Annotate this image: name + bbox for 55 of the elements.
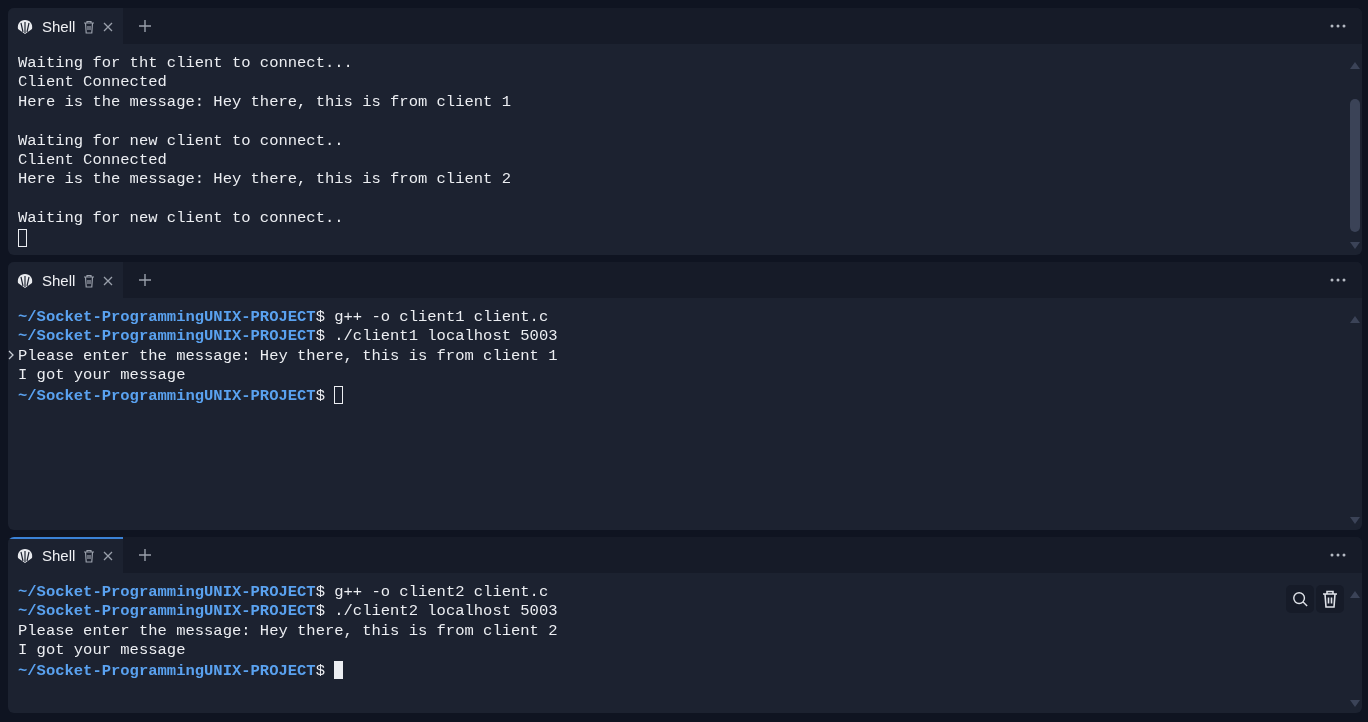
shell-tab[interactable]: Shell (8, 8, 124, 44)
shell-icon (16, 272, 34, 290)
terminal-line: I got your message (18, 641, 186, 660)
delete-button[interactable] (83, 549, 96, 563)
close-button[interactable] (103, 551, 114, 561)
terminal-line: I got your message (18, 366, 186, 385)
tab-label: Shell (42, 545, 76, 566)
terminal-line: Please enter the message: Hey there, this is from client 2 (18, 621, 558, 640)
shell-icon (16, 18, 34, 36)
prompt-symbol: $ (315, 386, 325, 405)
command-text: $ ./client1 localhost 5003 (315, 327, 558, 346)
prompt-path: ~/Socket-ProgrammingUNIX-PROJECT (18, 327, 316, 346)
command-text: $ g++ -o client2 client.c (315, 583, 549, 601)
trash-icon (1322, 590, 1338, 608)
terminal-line: Please enter the message: Hey there, this is from client 1 (18, 346, 558, 365)
terminal-line: Waiting for tht client to connect... (18, 54, 353, 72)
prompt-path: ~/Socket-ProgrammingUNIX-PROJECT (18, 308, 316, 326)
close-icon (103, 276, 114, 286)
close-button[interactable] (103, 22, 114, 32)
command-text: $ ./client2 localhost 5003 (315, 602, 558, 621)
trash-icon (83, 549, 96, 563)
tab-label: Shell (42, 16, 76, 37)
prompt-path: ~/Socket-ProgrammingUNIX-PROJECT (18, 602, 316, 621)
terminal-line: Client Connected (18, 150, 167, 169)
terminal-line: Waiting for new client to connect.. (18, 131, 344, 150)
clear-button[interactable] (1316, 585, 1344, 613)
shell-tab[interactable]: Shell (8, 262, 124, 298)
terminal-line: Here is the message: Hey there, this is from client 2 (18, 170, 511, 189)
more-icon (1330, 278, 1346, 282)
terminal-line: Here is the message: Hey there, this is from client 1 (18, 92, 511, 111)
scrollbar-thumb[interactable] (1350, 99, 1360, 232)
more-icon (1330, 24, 1346, 28)
search-button[interactable] (1286, 585, 1314, 613)
delete-button[interactable] (83, 20, 96, 34)
shell-tab[interactable]: Shell (8, 537, 124, 573)
prompt-symbol: $ (315, 661, 325, 680)
trash-icon (83, 274, 96, 288)
tab-label: Shell (42, 270, 76, 291)
terminal-line: Client Connected (18, 73, 167, 92)
close-button[interactable] (103, 276, 114, 286)
plus-icon (139, 20, 152, 32)
more-icon (1330, 553, 1346, 557)
trash-icon (83, 20, 96, 34)
close-icon (103, 551, 114, 561)
terminal-line: Waiting for new client to connect.. (18, 209, 344, 228)
plus-icon (139, 274, 152, 286)
plus-icon (139, 549, 152, 561)
prompt-path: ~/Socket-ProgrammingUNIX-PROJECT (18, 386, 316, 405)
delete-button[interactable] (83, 274, 96, 288)
shell-icon (16, 547, 34, 565)
search-icon (1292, 590, 1308, 608)
command-text: $ g++ -o client1 client.c (315, 308, 549, 326)
prompt-path: ~/Socket-ProgrammingUNIX-PROJECT (18, 661, 316, 680)
prompt-path: ~/Socket-ProgrammingUNIX-PROJECT (18, 583, 316, 601)
close-icon (103, 22, 114, 32)
